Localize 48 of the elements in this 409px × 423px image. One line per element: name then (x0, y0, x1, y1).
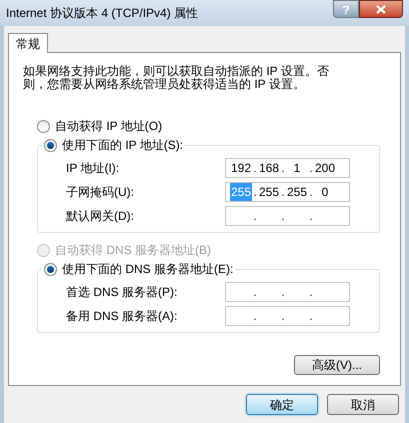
ip-address-field[interactable]: 255 . 255 . 255 . 0 (225, 182, 350, 202)
ok-button[interactable]: 确定 (246, 394, 318, 415)
field-label: 默认网关(D): (65, 208, 135, 225)
octet-text: 192 (230, 160, 252, 177)
radio-label: 使用下面的 DNS 服务器地址(E): (62, 261, 234, 278)
field-label: 子网掩码(U): (65, 184, 135, 201)
octet-text: 1 (294, 160, 300, 177)
dot-separator: . (280, 308, 286, 325)
advanced-button[interactable]: 高级(V)... (294, 355, 380, 375)
dot-separator: . (308, 308, 314, 325)
dot-separator: . (308, 160, 314, 177)
tab[interactable]: 常规 (8, 33, 48, 53)
dot-separator: . (280, 184, 286, 201)
dot-separator: . (280, 284, 286, 301)
dot-separator: . (252, 208, 258, 225)
dot-separator: . (252, 184, 258, 201)
field-label: 备用 DNS 服务器(A): (65, 308, 178, 325)
field-label: IP 地址(I): (65, 160, 120, 177)
radio-button[interactable] (44, 262, 57, 276)
ip-address-field[interactable]: . . . (225, 282, 350, 302)
dot-separator: . (280, 160, 286, 177)
ip-address-field[interactable]: 192 . 168 . 1 . 200 (225, 158, 350, 178)
radio-label: 自动获得 IP 地址(O) (55, 118, 162, 135)
dot-separator: . (252, 284, 258, 301)
octet-text: 255 (230, 183, 252, 201)
octet-text: 168 (258, 160, 280, 177)
description-text: 如果网络支持此功能，则可以获取自动指派的 IP 设置。否则，您需要从网络系统管理员处获得适当的 IP 设置。 (23, 65, 330, 91)
dot-separator: . (308, 208, 314, 225)
field-label: 首选 DNS 服务器(P): (65, 284, 178, 301)
octet-text: 200 (314, 160, 336, 177)
ip-address-field[interactable]: . . . (225, 206, 350, 226)
ip-address-field[interactable]: . . . (225, 306, 350, 326)
radio-label: 自动获得 DNS 服务器地址(B) (55, 242, 211, 259)
close-icon (376, 4, 386, 14)
dot-separator: . (308, 284, 314, 301)
close-button[interactable] (359, 0, 403, 18)
octet-text: 255 (286, 184, 308, 201)
radio-label: 使用下面的 IP 地址(S): (62, 137, 184, 154)
window-title: Internet 协议版本 4 (TCP/IPv4) 属性 (5, 5, 198, 22)
dot-separator: . (280, 208, 286, 225)
radio-button[interactable] (44, 138, 57, 152)
radio-button[interactable] (37, 120, 50, 132)
octet-text: 255 (258, 184, 280, 201)
dot-separator: . (252, 308, 258, 325)
cancel-button[interactable]: 取消 (327, 394, 399, 415)
octet-text: 0 (322, 184, 328, 201)
dot-separator: . (308, 184, 314, 201)
dot-separator: . (252, 160, 258, 177)
